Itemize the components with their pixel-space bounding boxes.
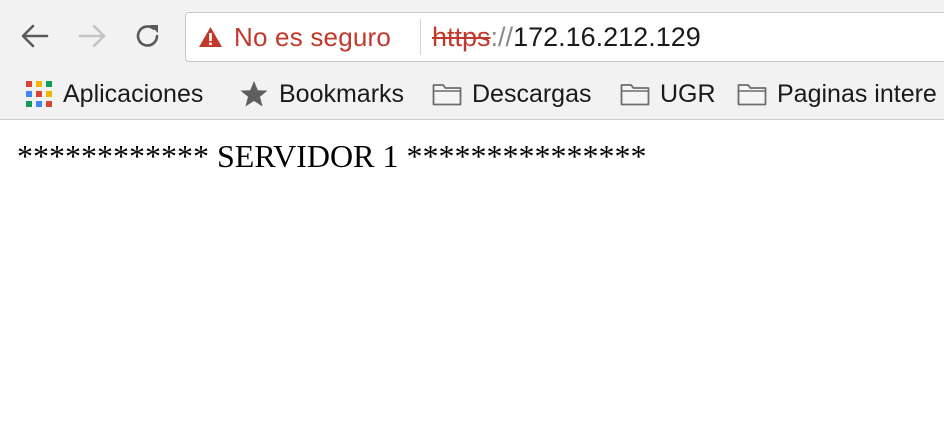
back-button[interactable] <box>18 19 52 53</box>
security-label: No es seguro <box>234 21 392 52</box>
bookmark-bookmarks[interactable]: Bookmarks <box>239 72 404 116</box>
bookmark-paginas-interesantes[interactable]: Paginas intere <box>737 72 937 116</box>
bookmark-label: Paginas intere <box>777 79 937 108</box>
browser-toolbar: No es seguro https://172.16.212.129 <box>0 0 944 72</box>
warning-icon <box>199 27 222 47</box>
bookmark-descargas[interactable]: Descargas <box>432 72 592 116</box>
folder-icon <box>620 82 650 106</box>
address-bar[interactable]: No es seguro https://172.16.212.129 <box>185 12 944 62</box>
reload-icon <box>136 25 159 47</box>
security-indicator[interactable]: No es seguro <box>198 13 391 61</box>
bookmark-label: UGR <box>660 79 716 108</box>
bookmark-ugr[interactable]: UGR <box>620 72 716 116</box>
star-icon <box>239 80 269 108</box>
omnibox-divider <box>420 19 421 55</box>
page-body-text: ************ SERVIDOR 1 *************** <box>17 138 647 174</box>
back-arrow-icon <box>21 24 49 48</box>
url-host: 172.16.212.129 <box>513 21 701 52</box>
url-separator: :// <box>490 21 514 52</box>
apps-grid-icon <box>25 80 53 108</box>
folder-icon <box>737 82 767 106</box>
url-text[interactable]: https://172.16.212.129 <box>432 13 701 61</box>
bookmarks-bar: Aplicaciones Bookmarks Descargas UGR Pag… <box>0 72 944 120</box>
folder-icon <box>432 82 462 106</box>
bookmark-label: Descargas <box>472 79 592 108</box>
forward-arrow-icon <box>78 24 106 48</box>
url-scheme: https <box>432 21 491 52</box>
bookmark-label: Bookmarks <box>279 79 405 108</box>
bookmark-aplicaciones[interactable]: Aplicaciones <box>25 72 203 116</box>
forward-button[interactable] <box>75 19 109 53</box>
bookmark-label: Aplicaciones <box>63 79 204 108</box>
reload-button[interactable] <box>131 19 165 53</box>
